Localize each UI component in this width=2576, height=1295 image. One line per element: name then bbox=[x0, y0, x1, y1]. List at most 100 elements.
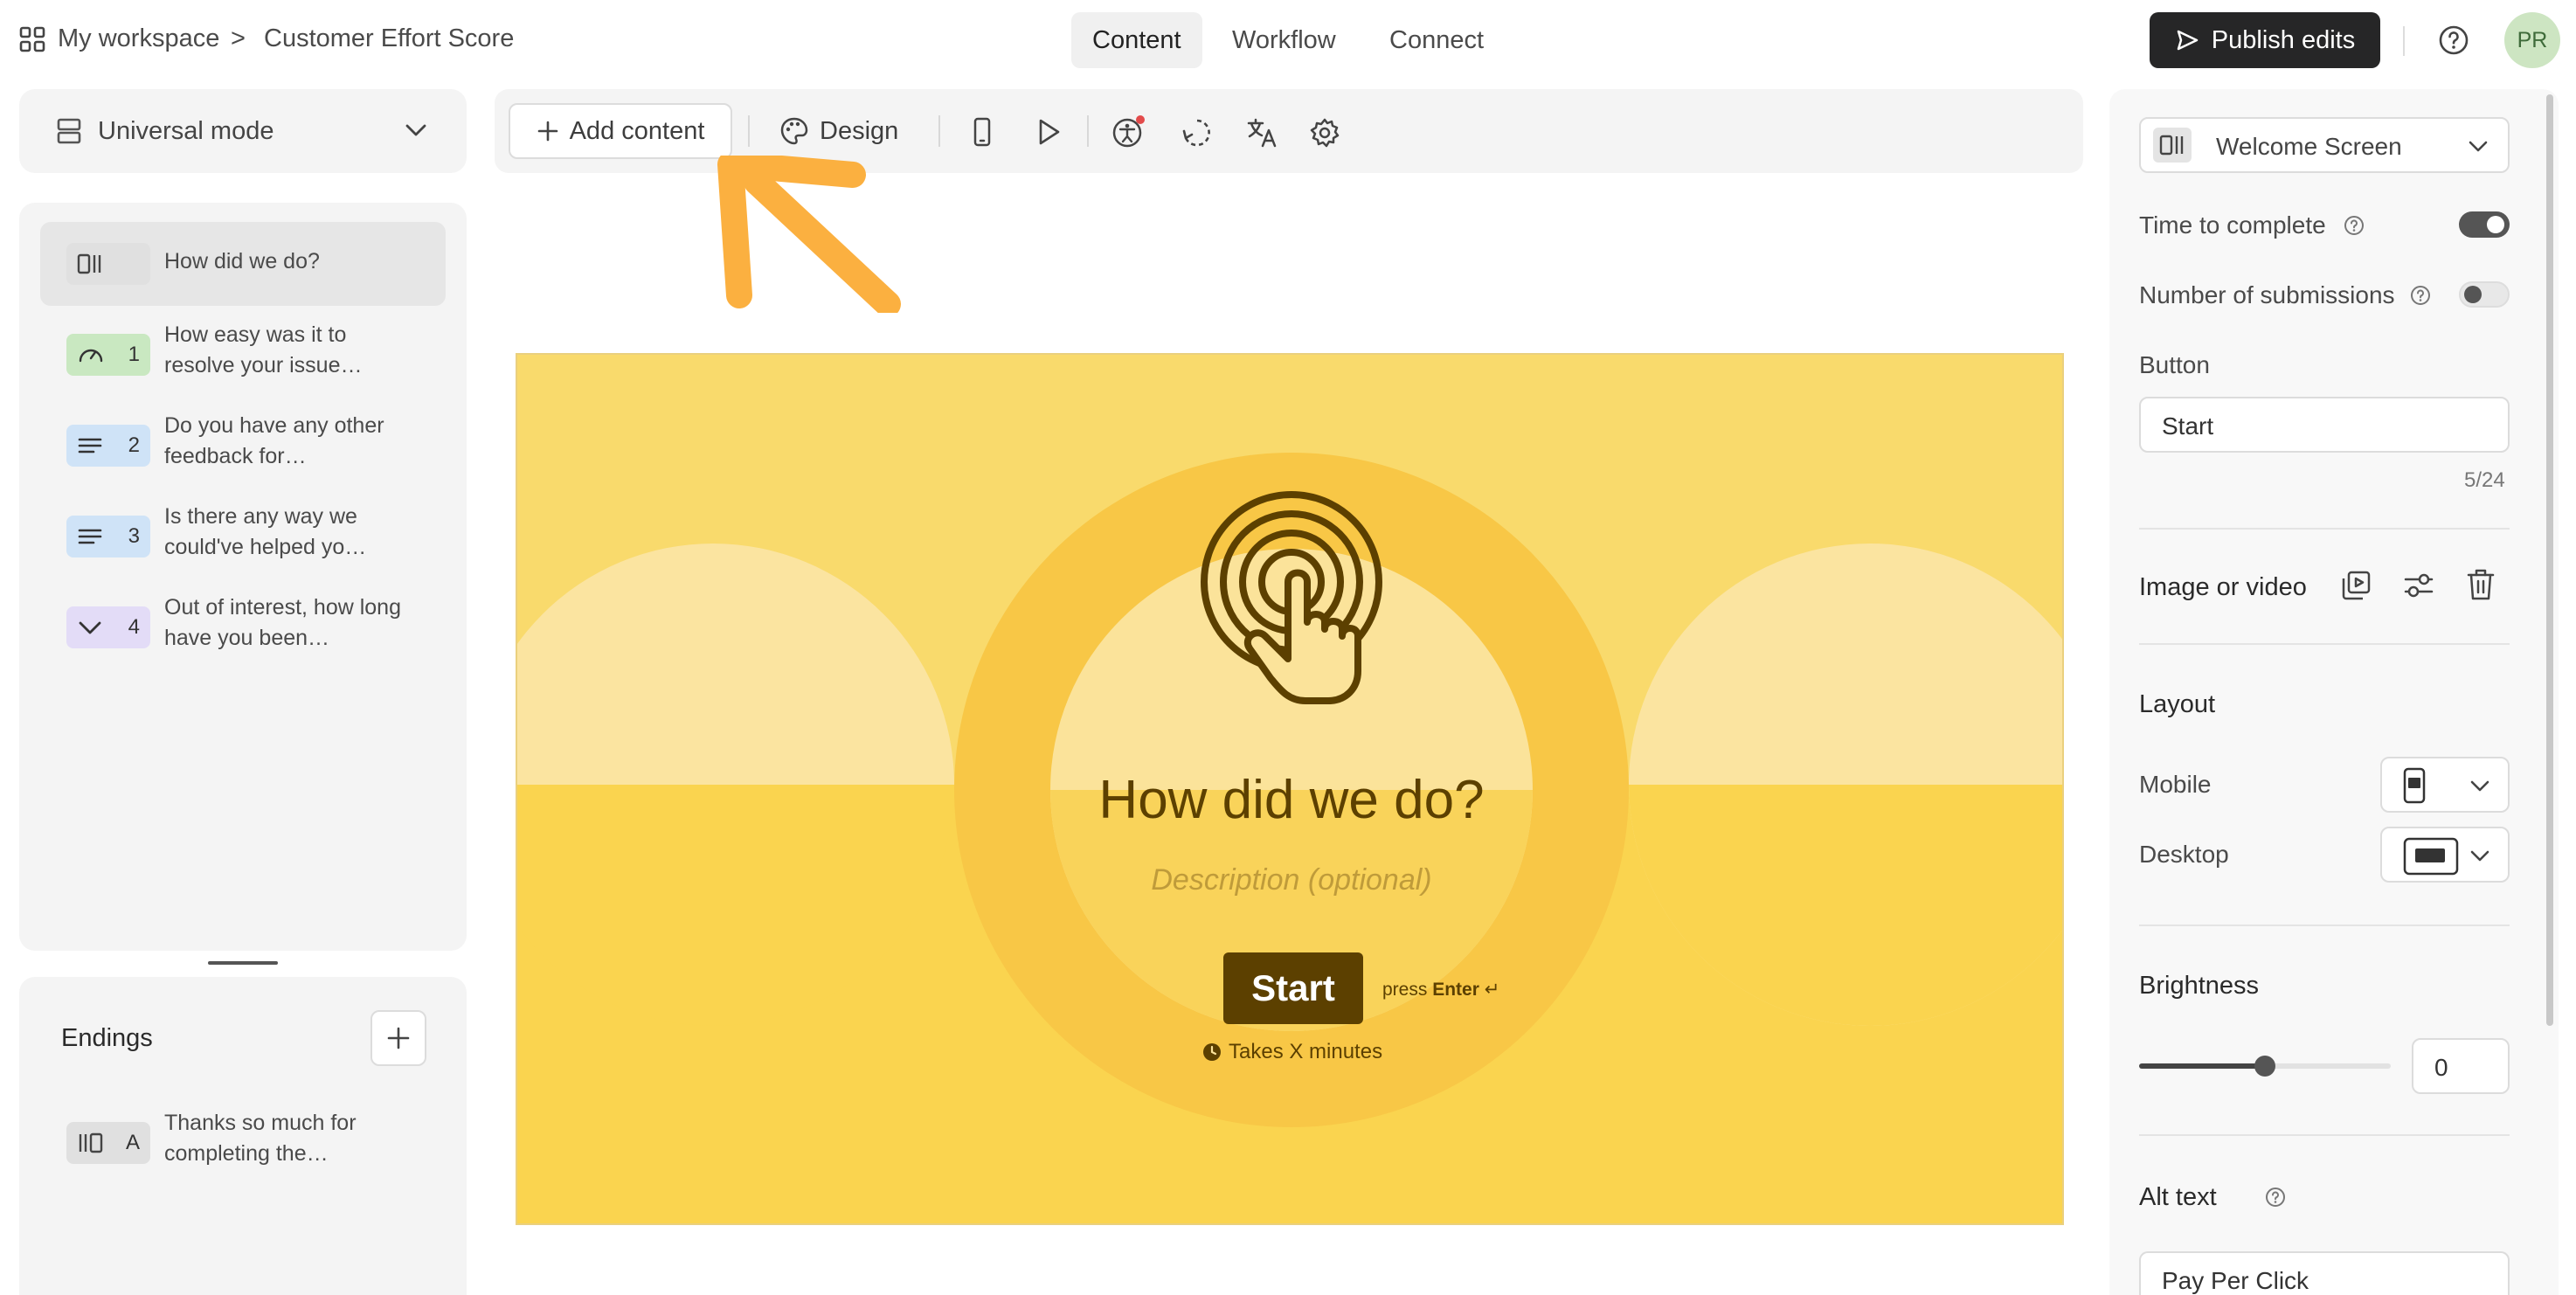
design-button[interactable]: Design bbox=[779, 103, 898, 159]
layers-icon bbox=[56, 117, 82, 145]
ending-screen-icon bbox=[79, 1132, 103, 1153]
press-label: press bbox=[1382, 980, 1428, 1000]
image-or-video-label: Image or video bbox=[2139, 573, 2307, 601]
send-icon bbox=[2177, 30, 2199, 51]
top-bar: My workspace > Customer Effort Score Con… bbox=[0, 0, 2576, 80]
help-circle-icon[interactable] bbox=[2438, 24, 2469, 56]
design-label: Design bbox=[820, 116, 899, 145]
scrollbar[interactable] bbox=[2546, 94, 2553, 1026]
form-title[interactable]: Customer Effort Score bbox=[264, 24, 514, 53]
long-text-icon bbox=[78, 438, 102, 454]
start-button[interactable]: Start bbox=[1223, 952, 1363, 1024]
avatar[interactable]: PR bbox=[2504, 12, 2560, 68]
toolbar-divider bbox=[938, 115, 940, 147]
chevron-down-icon bbox=[2469, 779, 2490, 793]
trash-icon[interactable] bbox=[2466, 568, 2496, 601]
mode-selector[interactable]: Universal mode bbox=[19, 89, 467, 173]
add-ending-button[interactable] bbox=[370, 1010, 426, 1066]
chevron-down-icon bbox=[2469, 849, 2490, 863]
info-icon[interactable] bbox=[2410, 285, 2431, 306]
ending-letter: A bbox=[125, 1131, 140, 1154]
brightness-slider-thumb[interactable] bbox=[2254, 1056, 2275, 1077]
tab-workflow[interactable]: Workflow bbox=[1211, 12, 1357, 68]
screen-type-label: Welcome Screen bbox=[2216, 133, 2402, 160]
mobile-layout-label: Mobile bbox=[2139, 771, 2212, 798]
time-label: Takes X minutes bbox=[1229, 1040, 1383, 1063]
question-item-welcome[interactable]: How did we do? bbox=[40, 222, 446, 306]
brightness-title: Brightness bbox=[2139, 972, 2260, 1000]
question-badge: 3 bbox=[66, 516, 150, 557]
press-enter-hint: press Enter ↵ bbox=[1382, 979, 1499, 1001]
brightness-value-input[interactable]: 0 bbox=[2412, 1038, 2510, 1094]
time-to-complete-toggle[interactable] bbox=[2459, 211, 2510, 238]
desktop-layout-select[interactable] bbox=[2380, 827, 2510, 883]
publish-button[interactable]: Publish edits bbox=[2150, 12, 2380, 68]
time-estimate: Takes X minutes bbox=[1202, 1040, 1382, 1064]
brightness-slider-fill bbox=[2139, 1063, 2265, 1069]
button-section-label: Button bbox=[2139, 351, 2210, 378]
alt-text-input[interactable]: Pay Per Click bbox=[2139, 1251, 2510, 1295]
screen-type-select[interactable]: Welcome Screen bbox=[2139, 117, 2510, 173]
brightness-slider[interactable] bbox=[2139, 1056, 2391, 1077]
plus-icon bbox=[387, 1027, 410, 1049]
form-preview-canvas[interactable]: How did we do? Description (optional) St… bbox=[516, 353, 2064, 1225]
question-item-2[interactable]: 2 Do you have any other feedback for… bbox=[40, 404, 446, 488]
settings-gear-icon[interactable] bbox=[1309, 117, 1340, 149]
palette-icon bbox=[780, 117, 808, 145]
add-content-button[interactable]: Add content bbox=[509, 103, 732, 159]
adjust-sliders-icon[interactable] bbox=[2403, 570, 2434, 601]
tap-hand-icon bbox=[1201, 491, 1384, 704]
breadcrumb-separator: > bbox=[231, 24, 246, 52]
button-text-input[interactable]: Start bbox=[2139, 397, 2510, 453]
tab-content[interactable]: Content bbox=[1071, 12, 1202, 68]
play-preview-icon[interactable] bbox=[1033, 117, 1063, 147]
question-item-4[interactable]: 4 Out of interest, how long have you bee… bbox=[40, 585, 446, 669]
section-divider bbox=[2139, 1134, 2510, 1136]
description-placeholder[interactable]: Description (optional) bbox=[517, 863, 2062, 897]
clock-icon bbox=[1203, 1043, 1221, 1061]
info-icon[interactable] bbox=[2344, 215, 2365, 236]
accessibility-icon[interactable] bbox=[1111, 115, 1146, 149]
translate-icon[interactable] bbox=[1246, 117, 1278, 149]
chevron-down-icon bbox=[2468, 140, 2489, 154]
welcome-screen-icon bbox=[2153, 128, 2192, 163]
question-item-3[interactable]: 3 Is there any way we could've helped yo… bbox=[40, 495, 446, 578]
enter-glyph: ↵ bbox=[1484, 980, 1500, 1000]
desktop-layout-label: Desktop bbox=[2139, 841, 2229, 868]
ending-item-a[interactable]: A Thanks so much for completing the… bbox=[40, 1101, 446, 1185]
dropdown-icon bbox=[79, 621, 101, 634]
time-to-complete-label: Time to complete bbox=[2139, 211, 2326, 239]
question-text: How did we do? bbox=[164, 249, 320, 274]
breadcrumb-workspace[interactable]: My workspace bbox=[58, 24, 219, 53]
tab-connect[interactable]: Connect bbox=[1368, 12, 1505, 68]
header-divider bbox=[2403, 26, 2405, 56]
resize-handle[interactable] bbox=[208, 961, 278, 965]
endings-title: Endings bbox=[61, 1024, 153, 1052]
enter-label: Enter bbox=[1432, 980, 1479, 1000]
logic-loop-icon[interactable] bbox=[1181, 117, 1213, 149]
long-text-icon bbox=[78, 529, 102, 544]
number-of-submissions-toggle[interactable] bbox=[2459, 281, 2510, 308]
layout-title: Layout bbox=[2139, 690, 2216, 718]
question-item-1[interactable]: 1 How easy was it to resolve your issue… bbox=[40, 313, 446, 397]
question-text: Out of interest, how long have you been… bbox=[164, 595, 401, 650]
phone-layout-icon bbox=[2399, 767, 2429, 804]
mobile-preview-icon[interactable] bbox=[970, 117, 994, 147]
question-badge: 2 bbox=[66, 425, 150, 467]
apps-grid-icon[interactable] bbox=[19, 26, 45, 52]
section-divider bbox=[2139, 528, 2510, 530]
question-text: Do you have any other feedback for… bbox=[164, 413, 384, 468]
welcome-title[interactable]: How did we do? bbox=[517, 769, 2062, 831]
question-number: 2 bbox=[128, 433, 140, 457]
info-icon[interactable] bbox=[2265, 1187, 2286, 1208]
question-badge: 1 bbox=[66, 334, 150, 376]
section-divider bbox=[2139, 925, 2510, 926]
mobile-layout-select[interactable] bbox=[2380, 757, 2510, 813]
toggle-knob bbox=[2487, 216, 2504, 233]
publish-label: Publish edits bbox=[2211, 25, 2356, 54]
ending-badge: A bbox=[66, 1122, 150, 1164]
gauge-icon bbox=[79, 349, 103, 363]
add-media-icon[interactable] bbox=[2340, 570, 2372, 601]
question-badge: 4 bbox=[66, 606, 150, 648]
toggle-knob bbox=[2464, 286, 2482, 303]
